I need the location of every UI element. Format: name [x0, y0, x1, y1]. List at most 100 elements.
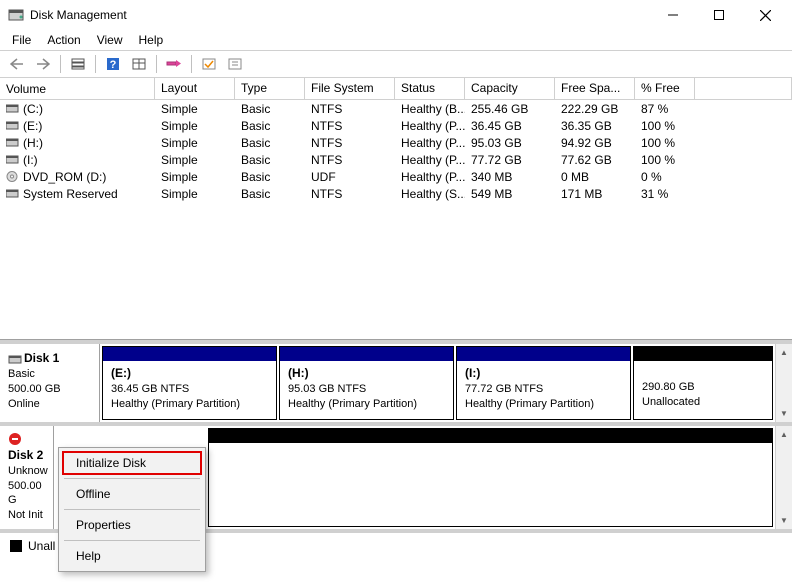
volume-layout: Simple — [155, 102, 235, 116]
disk-row-1[interactable]: Disk 1 Basic 500.00 GB Online (E:)36.45 … — [0, 344, 792, 426]
volume-icon — [6, 120, 19, 131]
disk-2-state: Not Init — [8, 509, 43, 521]
volume-type: Basic — [235, 170, 305, 184]
partition-status: Unallocated — [642, 396, 700, 408]
volume-row[interactable]: (H:)SimpleBasicNTFSHealthy (P...95.03 GB… — [0, 134, 792, 151]
partition-bar — [103, 347, 276, 361]
menu-file[interactable]: File — [4, 31, 39, 49]
partition[interactable]: 290.80 GBUnallocated — [633, 346, 773, 420]
volume-table-body[interactable]: (C:)SimpleBasicNTFSHealthy (B...255.46 G… — [0, 100, 792, 340]
help-button[interactable]: ? — [102, 53, 124, 75]
partition-status: Healthy (Primary Partition) — [288, 398, 417, 410]
partition-status: Healthy (Primary Partition) — [111, 398, 240, 410]
ctx-separator — [64, 478, 200, 479]
col-pctfree[interactable]: % Free — [635, 78, 695, 99]
view-large-button[interactable] — [67, 53, 89, 75]
disk-pane-scrollbar-2[interactable]: ▲ ▼ — [775, 426, 792, 529]
volume-type: Basic — [235, 119, 305, 133]
volume-icon — [6, 188, 19, 199]
partition-size: 95.03 GB NTFS — [288, 383, 366, 395]
ctx-separator — [64, 540, 200, 541]
ctx-properties[interactable]: Properties — [62, 513, 202, 537]
partition[interactable]: (I:) 77.72 GB NTFS Healthy (Primary Partit… — [456, 346, 631, 420]
disk-2-size: 500.00 G — [8, 480, 42, 507]
volume-type: Basic — [235, 136, 305, 150]
ctx-help[interactable]: Help — [62, 544, 202, 568]
ctx-separator — [64, 509, 200, 510]
scroll-up-icon[interactable]: ▲ — [776, 344, 792, 361]
ctx-offline[interactable]: Offline — [62, 482, 202, 506]
partition-bar-unallocated — [209, 429, 772, 443]
volume-layout: Simple — [155, 187, 235, 201]
col-filesystem[interactable]: File System — [305, 78, 395, 99]
menu-action[interactable]: Action — [39, 31, 88, 49]
partition-bar — [280, 347, 453, 361]
disk-2-info: Disk 2 Unknow 500.00 G Not Init — [0, 426, 54, 529]
volume-row[interactable]: System ReservedSimpleBasicNTFSHealthy (S… — [0, 185, 792, 202]
close-button[interactable] — [742, 0, 788, 30]
view-list-button[interactable] — [128, 53, 150, 75]
col-status[interactable]: Status — [395, 78, 465, 99]
col-freespace[interactable]: Free Spa... — [555, 78, 635, 99]
volume-freespace: 36.35 GB — [555, 119, 635, 133]
volume-table-header: Volume Layout Type File System Status Ca… — [0, 78, 792, 100]
volume-icon — [6, 171, 19, 182]
forward-button[interactable] — [32, 53, 54, 75]
volume-freespace: 94.92 GB — [555, 136, 635, 150]
menu-help[interactable]: Help — [131, 31, 172, 49]
volume-layout: Simple — [155, 119, 235, 133]
disk-2-title: Disk 2 — [8, 448, 43, 462]
maximize-button[interactable] — [696, 0, 742, 30]
minimize-button[interactable] — [650, 0, 696, 30]
disk-2-unallocated[interactable] — [208, 428, 773, 527]
volume-row[interactable]: (E:)SimpleBasicNTFSHealthy (P...36.45 GB… — [0, 117, 792, 134]
col-extra[interactable] — [695, 78, 792, 99]
action-button[interactable] — [163, 53, 185, 75]
volume-status: Healthy (P... — [395, 153, 465, 167]
volume-freespace: 171 MB — [555, 187, 635, 201]
volume-name: (C:) — [23, 102, 43, 116]
app-icon — [8, 7, 24, 23]
volume-type: Basic — [235, 187, 305, 201]
properties-button[interactable] — [224, 53, 246, 75]
volume-capacity: 95.03 GB — [465, 136, 555, 150]
partition-status: Healthy (Primary Partition) — [465, 398, 594, 410]
volume-capacity: 255.46 GB — [465, 102, 555, 116]
disk-pane-scrollbar[interactable]: ▲ ▼ — [775, 344, 792, 422]
volume-pctfree: 100 % — [635, 136, 695, 150]
volume-capacity: 77.72 GB — [465, 153, 555, 167]
volume-layout: Simple — [155, 170, 235, 184]
volume-filesystem: NTFS — [305, 187, 395, 201]
back-button[interactable] — [6, 53, 28, 75]
partition-size: 36.45 GB NTFS — [111, 383, 189, 395]
checkbox-button[interactable] — [198, 53, 220, 75]
partition[interactable]: (H:)95.03 GB NTFSHealthy (Primary Partit… — [279, 346, 454, 420]
col-volume[interactable]: Volume — [0, 78, 155, 99]
volume-status: Healthy (P... — [395, 119, 465, 133]
partition-title: (E:) — [111, 366, 131, 380]
volume-row[interactable]: DVD_ROM (D:)SimpleBasicUDFHealthy (P...3… — [0, 168, 792, 185]
col-layout[interactable]: Layout — [155, 78, 235, 99]
volume-row[interactable]: (C:)SimpleBasicNTFSHealthy (B...255.46 G… — [0, 100, 792, 117]
partition-bar — [457, 347, 630, 361]
volume-freespace: 0 MB — [555, 170, 635, 184]
volume-filesystem: UDF — [305, 170, 395, 184]
scroll-down-icon[interactable]: ▼ — [776, 512, 792, 529]
volume-pctfree: 87 % — [635, 102, 695, 116]
volume-pctfree: 0 % — [635, 170, 695, 184]
volume-filesystem: NTFS — [305, 136, 395, 150]
partition-size: 77.72 GB NTFS — [465, 383, 543, 395]
col-capacity[interactable]: Capacity — [465, 78, 555, 99]
volume-status: Healthy (P... — [395, 136, 465, 150]
volume-row[interactable]: (I:)SimpleBasicNTFSHealthy (P...77.72 GB… — [0, 151, 792, 168]
scroll-down-icon[interactable]: ▼ — [776, 405, 792, 422]
partition-title: (I:) — [465, 366, 480, 380]
volume-filesystem: NTFS — [305, 119, 395, 133]
col-type[interactable]: Type — [235, 78, 305, 99]
volume-table: Volume Layout Type File System Status Ca… — [0, 78, 792, 340]
menu-view[interactable]: View — [89, 31, 131, 49]
scroll-up-icon[interactable]: ▲ — [776, 426, 792, 443]
ctx-initialize-disk[interactable]: Initialize Disk — [62, 451, 202, 475]
partition-body: (I:) 77.72 GB NTFS Healthy (Primary Partit… — [457, 361, 630, 419]
partition[interactable]: (E:) 36.45 GB NTFS Healthy (Primary Partit… — [102, 346, 277, 420]
